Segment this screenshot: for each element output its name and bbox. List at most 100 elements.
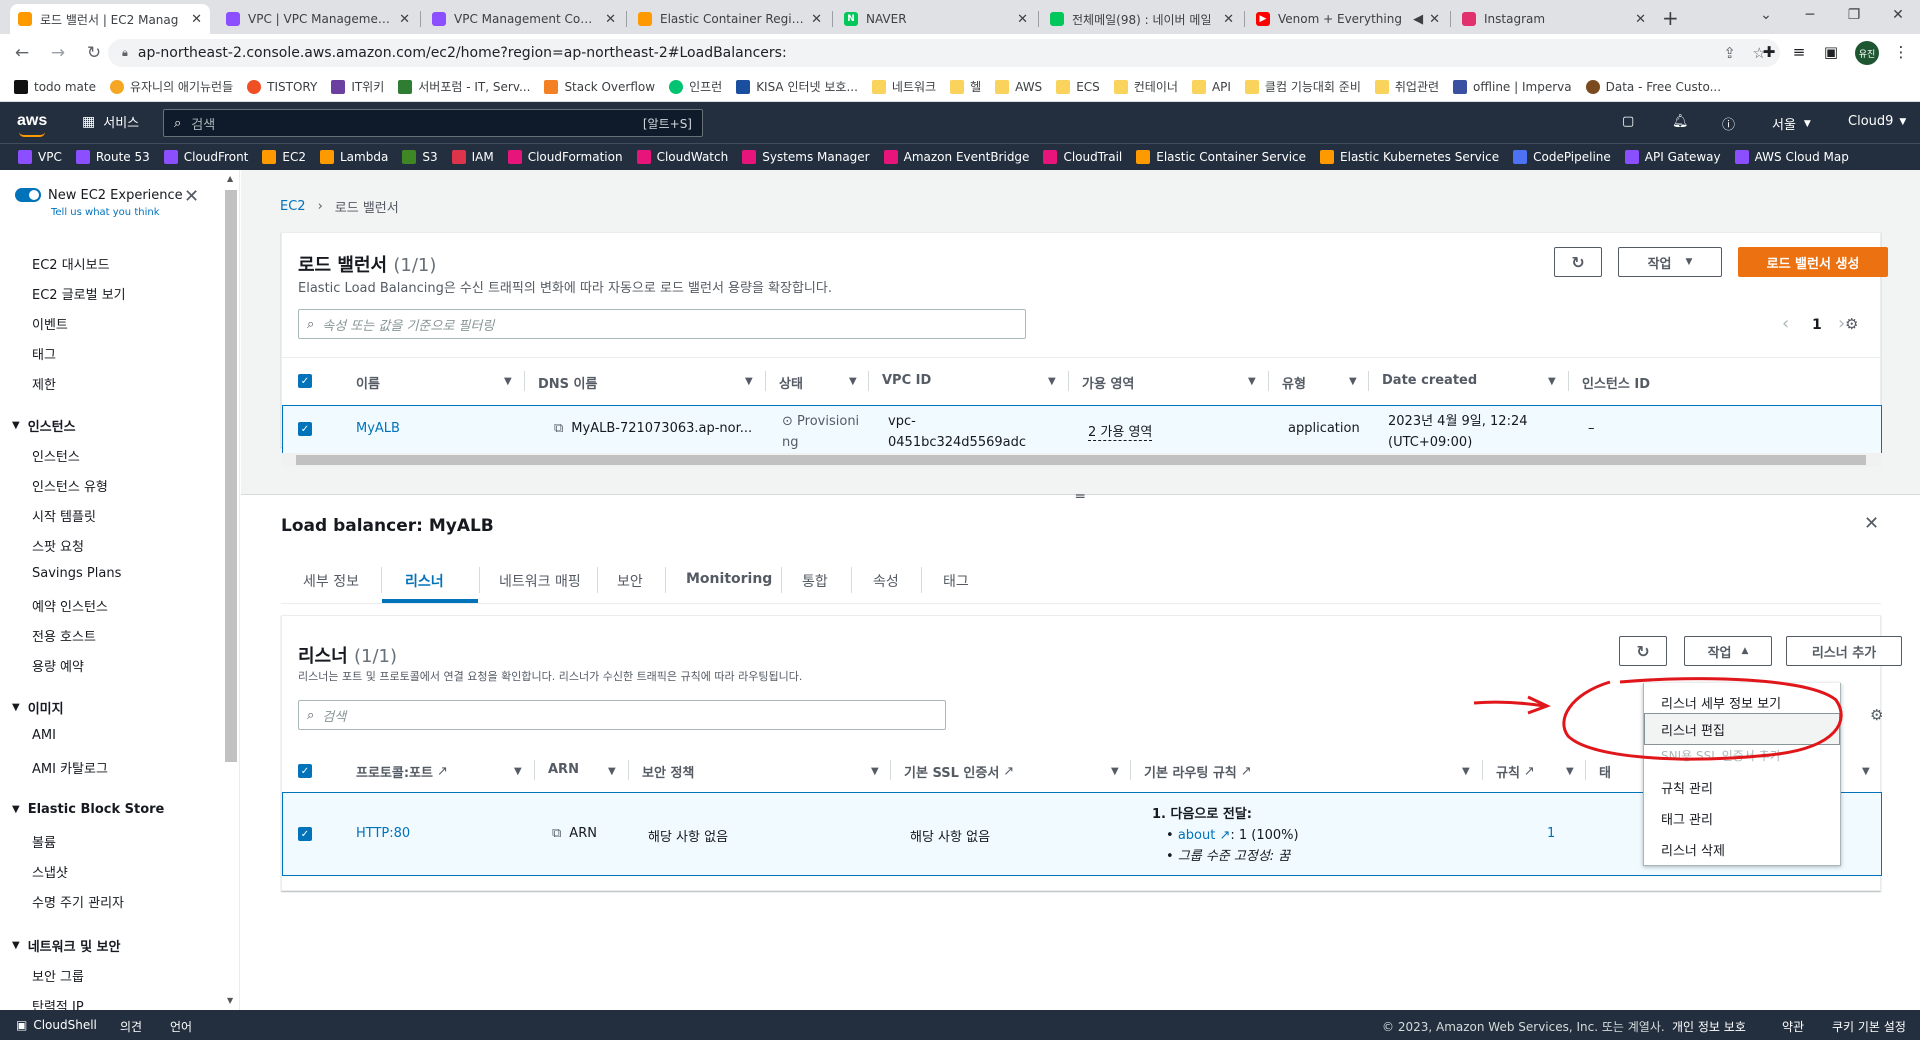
sort-icon[interactable]: ▼ bbox=[1248, 376, 1256, 387]
new-experience-toggle[interactable] bbox=[15, 188, 41, 202]
actions-button[interactable]: 작업 ▲ bbox=[1684, 636, 1772, 666]
select-all-checkbox[interactable]: ✓ bbox=[298, 764, 312, 778]
target-group-link[interactable]: about bbox=[1178, 828, 1216, 843]
close-icon[interactable]: ✕ bbox=[811, 12, 822, 27]
extensions-icon[interactable]: ✚ bbox=[1756, 39, 1782, 65]
sidebar-section-network[interactable]: ▼ 네트워크 및 보안 bbox=[12, 936, 120, 955]
bookmark-item[interactable]: Data - Free Custo... bbox=[1585, 79, 1721, 94]
notifications-icon[interactable]: 🔔︎ bbox=[1672, 114, 1689, 129]
region-selector[interactable]: 서울 ▼ bbox=[1772, 114, 1811, 133]
bookmark-folder[interactable]: AWS bbox=[995, 79, 1042, 94]
browser-tab-vpc-console[interactable]: VPC Management Consol ✕ bbox=[424, 4, 624, 34]
feedback-link[interactable]: Tell us what you think bbox=[51, 207, 160, 218]
col-az[interactable]: 가용 영역 bbox=[1082, 373, 1134, 392]
bookmark-item[interactable]: offline | Imperva bbox=[1453, 79, 1572, 94]
sidebar-item-global-view[interactable]: EC2 글로벌 보기 bbox=[32, 284, 126, 303]
browser-tab-vpc[interactable]: VPC | VPC Management C ✕ bbox=[218, 4, 418, 34]
bookmark-folder[interactable]: 클컴 기능대회 준비 bbox=[1244, 78, 1361, 95]
row-checkbox[interactable]: ✓ bbox=[298, 827, 312, 841]
bookmark-item[interactable]: todo mate bbox=[14, 79, 96, 94]
fav-service[interactable]: CloudTrail bbox=[1043, 150, 1122, 164]
close-icon[interactable]: ✕ bbox=[1223, 12, 1234, 27]
menu-item-edit-listener[interactable]: 리스너 편집 bbox=[1661, 720, 1725, 739]
privacy-link[interactable]: 개인 정보 보호 bbox=[1672, 1018, 1746, 1035]
sidebar-item-snapshots[interactable]: 스냅샷 bbox=[32, 862, 68, 881]
col-protocol-port[interactable]: 프로토콜:포트 ↗ bbox=[356, 762, 448, 781]
filter-input[interactable]: ⌕ 속성 또는 값을 기준으로 필터링 bbox=[298, 309, 1026, 339]
sort-icon[interactable]: ▼ bbox=[514, 766, 522, 777]
language-link[interactable]: 언어 bbox=[170, 1018, 192, 1035]
refresh-button[interactable]: ↻ bbox=[1619, 636, 1667, 666]
fav-service[interactable]: IAM bbox=[451, 150, 494, 164]
back-button[interactable]: ← bbox=[8, 39, 36, 67]
sort-icon[interactable]: ▼ bbox=[1548, 376, 1556, 387]
sort-icon[interactable]: ▼ bbox=[504, 376, 512, 387]
services-button[interactable]: ▦ 서비스 bbox=[82, 112, 139, 132]
menu-item-view-details[interactable]: 리스너 세부 정보 보기 bbox=[1661, 693, 1781, 712]
fav-service[interactable]: EC2 bbox=[262, 150, 306, 164]
browser-tab-instagram[interactable]: Instagram ✕ bbox=[1454, 4, 1654, 34]
fav-service[interactable]: CloudFront bbox=[163, 150, 248, 164]
tab-details[interactable]: 세부 정보 bbox=[303, 571, 359, 591]
menu-icon[interactable]: ⋮ bbox=[1888, 39, 1914, 65]
scroll-thumb[interactable] bbox=[296, 455, 1866, 465]
sidebar-item-launch-templates[interactable]: 시작 템플릿 bbox=[32, 506, 96, 525]
sidebar-item-lifecycle-manager[interactable]: 수명 주기 관리자 bbox=[32, 892, 124, 911]
col-date-created[interactable]: Date created bbox=[1382, 373, 1477, 388]
fav-service[interactable]: Route 53 bbox=[75, 150, 150, 164]
url-field[interactable]: 🔒︎ ap-northeast-2.console.aws.amazon.com… bbox=[108, 39, 1780, 67]
tab-listeners[interactable]: 리스너 bbox=[405, 571, 444, 591]
cloudshell-button[interactable]: ▣ CloudShell bbox=[16, 1018, 97, 1032]
settings-gear-icon[interactable]: ⚙ bbox=[1845, 315, 1858, 333]
prev-page-icon[interactable]: ‹ bbox=[1782, 313, 1789, 334]
sort-icon[interactable]: ▼ bbox=[608, 766, 616, 777]
resize-handle-icon[interactable]: ═ bbox=[1076, 489, 1084, 505]
sidebar-item-security-groups[interactable]: 보안 그룹 bbox=[32, 966, 84, 985]
bookmark-item[interactable]: IT위키 bbox=[331, 78, 384, 95]
col-name[interactable]: 이름 bbox=[356, 373, 380, 392]
col-state[interactable]: 상태 bbox=[779, 373, 803, 392]
tab-integrations[interactable]: 통합 bbox=[802, 571, 828, 591]
bookmark-folder[interactable]: 헬 bbox=[950, 78, 981, 95]
bookmark-folder[interactable]: 컨테이너 bbox=[1113, 78, 1178, 95]
settings-gear-icon[interactable]: ⚙ bbox=[1870, 706, 1883, 724]
rules-count-link[interactable]: 1 bbox=[1547, 826, 1555, 841]
create-load-balancer-button[interactable]: 로드 밸런서 생성 bbox=[1738, 247, 1888, 277]
col-ssl-cert[interactable]: 기본 SSL 인증서 ↗ bbox=[904, 762, 1014, 781]
select-all-checkbox[interactable]: ✓ bbox=[298, 374, 312, 388]
mute-icon[interactable]: ◀ bbox=[1413, 12, 1423, 27]
scroll-up-icon[interactable]: ▲ bbox=[227, 174, 233, 183]
sort-icon[interactable]: ▼ bbox=[1862, 766, 1870, 777]
sidebar-item-tags[interactable]: 태그 bbox=[32, 344, 56, 363]
close-icon[interactable]: ✕ bbox=[1635, 12, 1646, 27]
bookmark-folder[interactable]: 네트워크 bbox=[871, 78, 936, 95]
copy-icon[interactable]: ⧉ bbox=[552, 826, 561, 841]
sidebar-scrollbar[interactable] bbox=[225, 190, 237, 762]
row-checkbox[interactable]: ✓ bbox=[298, 422, 312, 436]
sidepanel-icon[interactable]: ▣ bbox=[1818, 39, 1844, 65]
col-security-policy[interactable]: 보안 정책 bbox=[642, 762, 694, 781]
reload-button[interactable]: ↻ bbox=[80, 39, 108, 67]
page-number[interactable]: 1 bbox=[1812, 317, 1822, 333]
sort-icon[interactable]: ▼ bbox=[1462, 766, 1470, 777]
sidebar-item-savings-plans[interactable]: Savings Plans bbox=[32, 566, 121, 581]
profile-avatar[interactable]: 유진 bbox=[1855, 41, 1879, 65]
bookmark-item[interactable]: KISA 인터넷 보호... bbox=[736, 78, 858, 95]
refresh-button[interactable]: ↻ bbox=[1554, 247, 1602, 277]
col-rules[interactable]: 규칙 ↗ bbox=[1496, 762, 1535, 781]
minimize-button[interactable]: ─ bbox=[1788, 0, 1832, 30]
account-menu[interactable]: Cloud9 ▼ bbox=[1848, 114, 1906, 129]
bookmark-folder[interactable]: 취업관련 bbox=[1374, 78, 1439, 95]
actions-button[interactable]: 작업 ▼ bbox=[1618, 247, 1722, 277]
close-icon[interactable]: ✕ bbox=[1017, 12, 1028, 27]
sidebar-item-elastic-ip[interactable]: 탄력적 IP bbox=[32, 996, 84, 1010]
feedback-link[interactable]: 의견 bbox=[120, 1018, 142, 1035]
bookmark-item[interactable]: TISTORY bbox=[247, 79, 317, 94]
cookie-prefs-link[interactable]: 쿠키 기본 설정 bbox=[1832, 1018, 1906, 1035]
fav-service[interactable]: S3 bbox=[402, 150, 438, 164]
new-tab-button[interactable]: + bbox=[1662, 6, 1679, 30]
sidebar-item-ami-catalog[interactable]: AMI 카탈로그 bbox=[32, 758, 108, 777]
fav-service[interactable]: AWS Cloud Map bbox=[1734, 150, 1849, 164]
sidebar-item-events[interactable]: 이벤트 bbox=[32, 314, 68, 333]
restore-button[interactable]: ❐ bbox=[1832, 0, 1876, 30]
